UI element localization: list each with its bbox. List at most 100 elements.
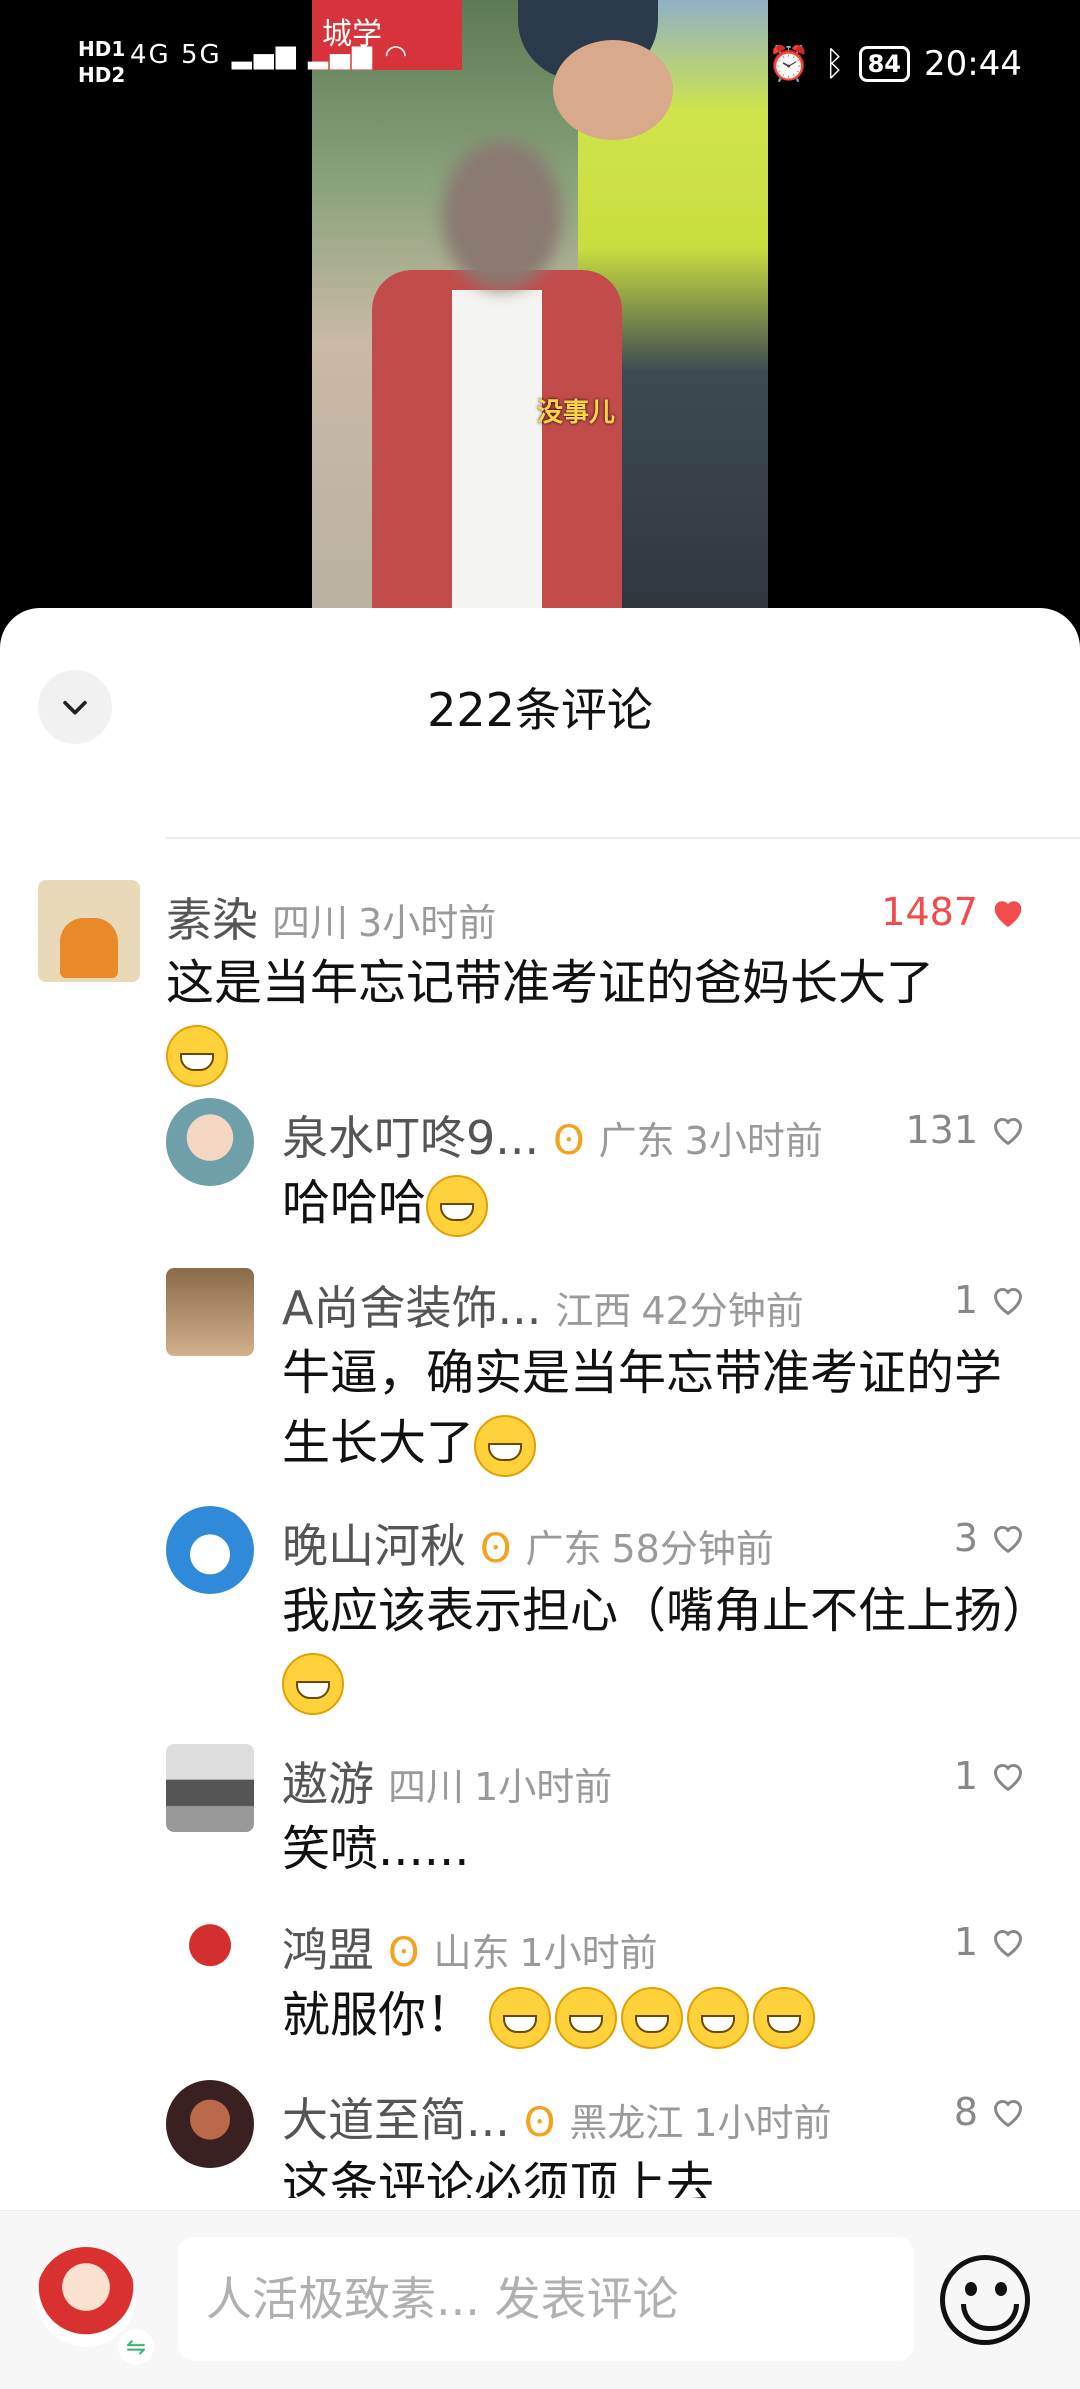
comment-location: 广东 — [598, 1119, 675, 1163]
comment-time: 42分钟前 — [641, 1289, 804, 1333]
comment-time: 58分钟前 — [611, 1527, 774, 1571]
comment-sheet: 222条评论 素染 四川 3小时前 1487 这是当年忘记带准考证的爸妈长大了 — [0, 608, 1080, 2388]
signal-icon: 4G 5G ▂▄▆ ▂▄▆ ◠ — [130, 40, 410, 70]
avatar[interactable] — [166, 1744, 254, 1832]
emoji-picker-icon[interactable] — [940, 2255, 1030, 2345]
grin-emoji — [621, 1987, 684, 2049]
grin-emoji — [555, 1987, 618, 2049]
like-count: 1 — [953, 1754, 978, 1798]
comment-time: 3小时前 — [684, 1119, 823, 1163]
hd1-label: HD1 — [78, 37, 126, 61]
like-count: 3 — [953, 1516, 978, 1560]
comment-location: 四川 — [272, 901, 349, 945]
comment-author[interactable]: 泉水叮咚9... — [282, 1102, 539, 1168]
comment-input[interactable] — [178, 2237, 914, 2361]
alarm-icon: ⏰ — [767, 44, 811, 84]
status-right: ⏰ ᛒ 84 20:44 — [768, 44, 1022, 84]
like-button[interactable]: 1 — [954, 1278, 1028, 1322]
divider — [166, 837, 1080, 839]
comment-author[interactable]: A尚舍装饰... — [282, 1272, 541, 1338]
my-avatar[interactable] — [36, 2247, 136, 2347]
like-button[interactable]: 3 — [954, 1516, 1028, 1560]
heart-outline-icon — [993, 1930, 1023, 1958]
grin-emoji — [474, 1415, 537, 1477]
fan-badge-icon: ʘ — [553, 1118, 585, 1164]
reply-item[interactable]: 遨游 四川 1小时前 1 笑喷...... — [0, 1744, 1080, 1910]
comment-location: 广东 — [525, 1527, 602, 1571]
comment-meta: 大道至简... ʘ 黑龙江 1小时前 — [282, 2084, 832, 2150]
comment-author[interactable]: 大道至简... — [282, 2084, 510, 2150]
sync-icon[interactable]: ⇋ — [118, 2329, 154, 2365]
comment-time: 1小时前 — [519, 1931, 658, 1975]
cat-smile-emoji — [282, 1653, 344, 1715]
heart-outline-icon — [993, 1288, 1023, 1316]
comment-text: 笑喷...... — [282, 1821, 470, 1877]
like-button[interactable]: 1 — [954, 1920, 1028, 1964]
video-subtitle: 没事儿 — [537, 398, 616, 428]
avatar[interactable] — [166, 1910, 254, 1998]
heart-filled-icon — [994, 901, 1022, 927]
like-button[interactable]: 8 — [954, 2090, 1028, 2134]
like-count: 8 — [953, 2090, 978, 2134]
comment-location: 四川 — [388, 1765, 465, 1809]
comment-time: 3小时前 — [358, 901, 497, 945]
avatar[interactable] — [166, 1268, 254, 1356]
reply-item[interactable]: 泉水叮咚9... ʘ 广东 3小时前 131 哈哈哈 — [0, 1098, 1080, 1268]
comment-text: 牛逼，确实是当年忘带准考证的学生长大了 — [282, 1338, 1042, 1478]
like-button[interactable]: 1 — [954, 1754, 1028, 1798]
bluetooth-icon: ᛒ — [824, 44, 845, 84]
laugh-cry-emoji — [426, 1175, 489, 1237]
comment-text: 我应该表示担心（嘴角止不住上扬） — [282, 1576, 1050, 1716]
like-count: 1487 — [881, 890, 978, 934]
fan-badge-icon: ʘ — [480, 1526, 512, 1572]
comment-location: 江西 — [555, 1289, 632, 1333]
grin-emoji — [687, 1987, 750, 2049]
comment-author[interactable]: 鸿盟 — [282, 1914, 374, 1980]
comment-location: 山东 — [433, 1931, 510, 1975]
like-count: 131 — [905, 1108, 978, 1152]
comment-text: 就服你！ — [282, 1980, 1042, 2050]
cat-smile-emoji — [166, 1025, 228, 1087]
clock: 20:44 — [924, 44, 1022, 84]
like-count: 1 — [953, 1920, 978, 1964]
comment-text: 这条评论必须顶上去 — [282, 2157, 715, 2198]
fan-badge-icon: ʘ — [388, 1930, 420, 1976]
comment-author[interactable]: 遨游 — [282, 1748, 374, 1814]
reply-item[interactable]: 大道至简... ʘ 黑龙江 1小时前 8 这条评论必须顶上去 — [0, 2080, 1080, 2198]
avatar[interactable] — [166, 1506, 254, 1594]
reply-item[interactable]: 鸿盟 ʘ 山东 1小时前 1 就服你！ — [0, 1910, 1080, 2080]
avatar[interactable] — [166, 1098, 254, 1186]
comment-author[interactable]: 素染 — [166, 884, 258, 950]
avatar[interactable] — [166, 2080, 254, 2168]
hd2-label: HD2 — [78, 63, 126, 87]
comment-meta: 鸿盟 ʘ 山东 1小时前 — [282, 1914, 658, 1980]
reply-item[interactable]: 晚山河秋 ʘ 广东 58分钟前 3 我应该表示担心（嘴角止不住上扬） — [0, 1506, 1080, 1744]
comment-location: 黑龙江 — [569, 2101, 684, 2145]
hd-indicator: HD1 HD2 — [78, 36, 125, 88]
heart-outline-icon — [993, 1526, 1023, 1554]
grin-emoji — [753, 1987, 816, 2049]
comment-time: 1小时前 — [474, 1765, 613, 1809]
like-count: 1 — [953, 1278, 978, 1322]
comment-author[interactable]: 晚山河秋 — [282, 1510, 466, 1576]
comment-text: 哈哈哈 — [282, 1168, 1042, 1238]
comment-count-title: 222条评论 — [427, 683, 653, 737]
reply-item[interactable]: A尚舍装饰... 江西 42分钟前 1 牛逼，确实是当年忘带准考证的学生长大了 — [0, 1268, 1080, 1506]
comment-list[interactable]: 素染 四川 3小时前 1487 这是当年忘记带准考证的爸妈长大了 泉水叮咚9..… — [0, 878, 1080, 2198]
comment-item[interactable]: 素染 四川 3小时前 1487 这是当年忘记带准考证的爸妈长大了 — [0, 878, 1080, 1098]
comment-meta: 遨游 四川 1小时前 — [282, 1748, 612, 1814]
comment-meta: 晚山河秋 ʘ 广东 58分钟前 — [282, 1510, 774, 1576]
grin-emoji — [489, 1987, 552, 2049]
avatar[interactable] — [38, 880, 140, 982]
comment-text: 这是当年忘记带准考证的爸妈长大了 — [166, 948, 1046, 1088]
fan-badge-icon: ʘ — [523, 2100, 556, 2146]
comment-meta: 泉水叮咚9... ʘ 广东 3小时前 — [282, 1102, 823, 1168]
heart-outline-icon — [993, 1764, 1023, 1792]
heart-outline-icon — [993, 2100, 1023, 2128]
heart-outline-icon — [993, 1118, 1023, 1146]
comment-input-bar: ⇋ — [0, 2210, 1080, 2389]
like-button[interactable]: 1487 — [881, 890, 1028, 934]
video-child — [372, 120, 622, 620]
like-button[interactable]: 131 — [905, 1108, 1028, 1152]
status-bar: HD1 HD2 4G 5G ▂▄▆ ▂▄▆ ◠ ⏰ ᛒ 84 20:44 — [0, 0, 1080, 130]
